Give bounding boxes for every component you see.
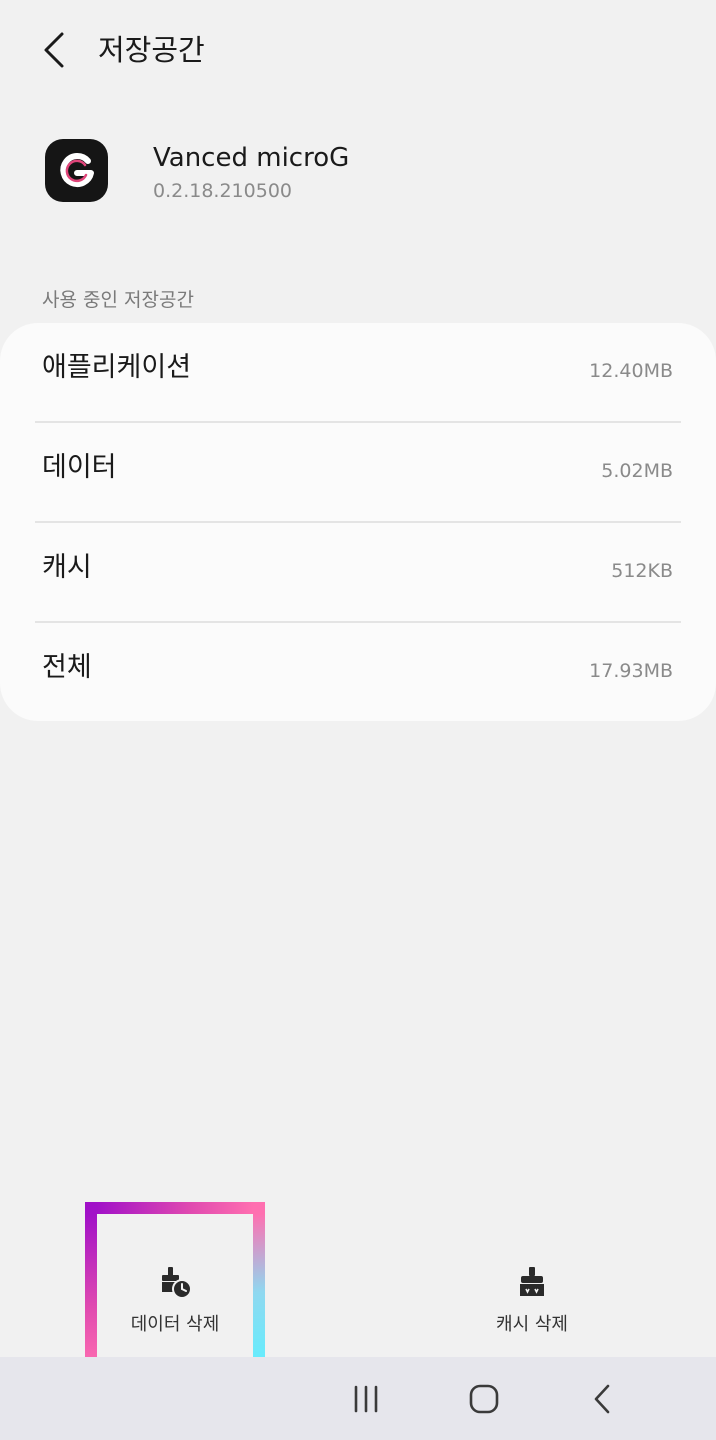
system-navigation-bar [0,1357,716,1440]
clear-cache-button[interactable]: 캐시 삭제 [432,1215,632,1357]
row-value: 512KB [611,560,673,582]
nav-recents-button[interactable] [336,1371,396,1427]
clear-data-button[interactable]: 데이터 삭제 [75,1215,275,1357]
top-app-bar: 저장공간 [0,0,716,100]
storage-card: 애플리케이션 12.40MB 데이터 5.02MB 캐시 512KB 전체 17… [0,323,716,721]
clear-data-icon [162,1267,192,1299]
page-title: 저장공간 [98,33,205,67]
chevron-left-icon [44,32,64,68]
back-button[interactable] [30,26,78,74]
storage-row-cache: 캐시 512KB [0,523,716,623]
storage-screen: 저장공간 Vanced microG 0.2.18.210500 사용 중인 저… [0,0,716,1440]
app-version: 0.2.18.210500 [153,180,293,202]
storage-row-total: 전체 17.93MB [0,623,716,723]
row-label: 캐시 [42,552,92,583]
row-label: 애플리케이션 [42,352,192,383]
section-header: 사용 중인 저장공간 [42,289,194,311]
row-label: 전체 [42,652,92,683]
nav-home-button[interactable] [454,1371,514,1427]
nav-back-button[interactable] [572,1371,632,1427]
storage-row-application: 애플리케이션 12.40MB [0,323,716,423]
row-label: 데이터 [42,452,117,483]
vanced-microg-logo [59,152,94,187]
app-icon [45,139,108,202]
back-icon [594,1384,610,1414]
row-value: 5.02MB [601,460,673,482]
clear-cache-label: 캐시 삭제 [496,1314,568,1335]
storage-row-data: 데이터 5.02MB [0,423,716,523]
app-name: Vanced microG [153,143,350,173]
bottom-action-bar: 데이터 삭제 캐시 삭제 [0,1215,716,1357]
row-value: 12.40MB [589,360,673,382]
row-value: 17.93MB [589,660,673,682]
recents-icon [354,1385,378,1413]
clear-data-label: 데이터 삭제 [130,1314,220,1335]
home-icon [469,1384,499,1414]
broom-icon [520,1267,544,1296]
